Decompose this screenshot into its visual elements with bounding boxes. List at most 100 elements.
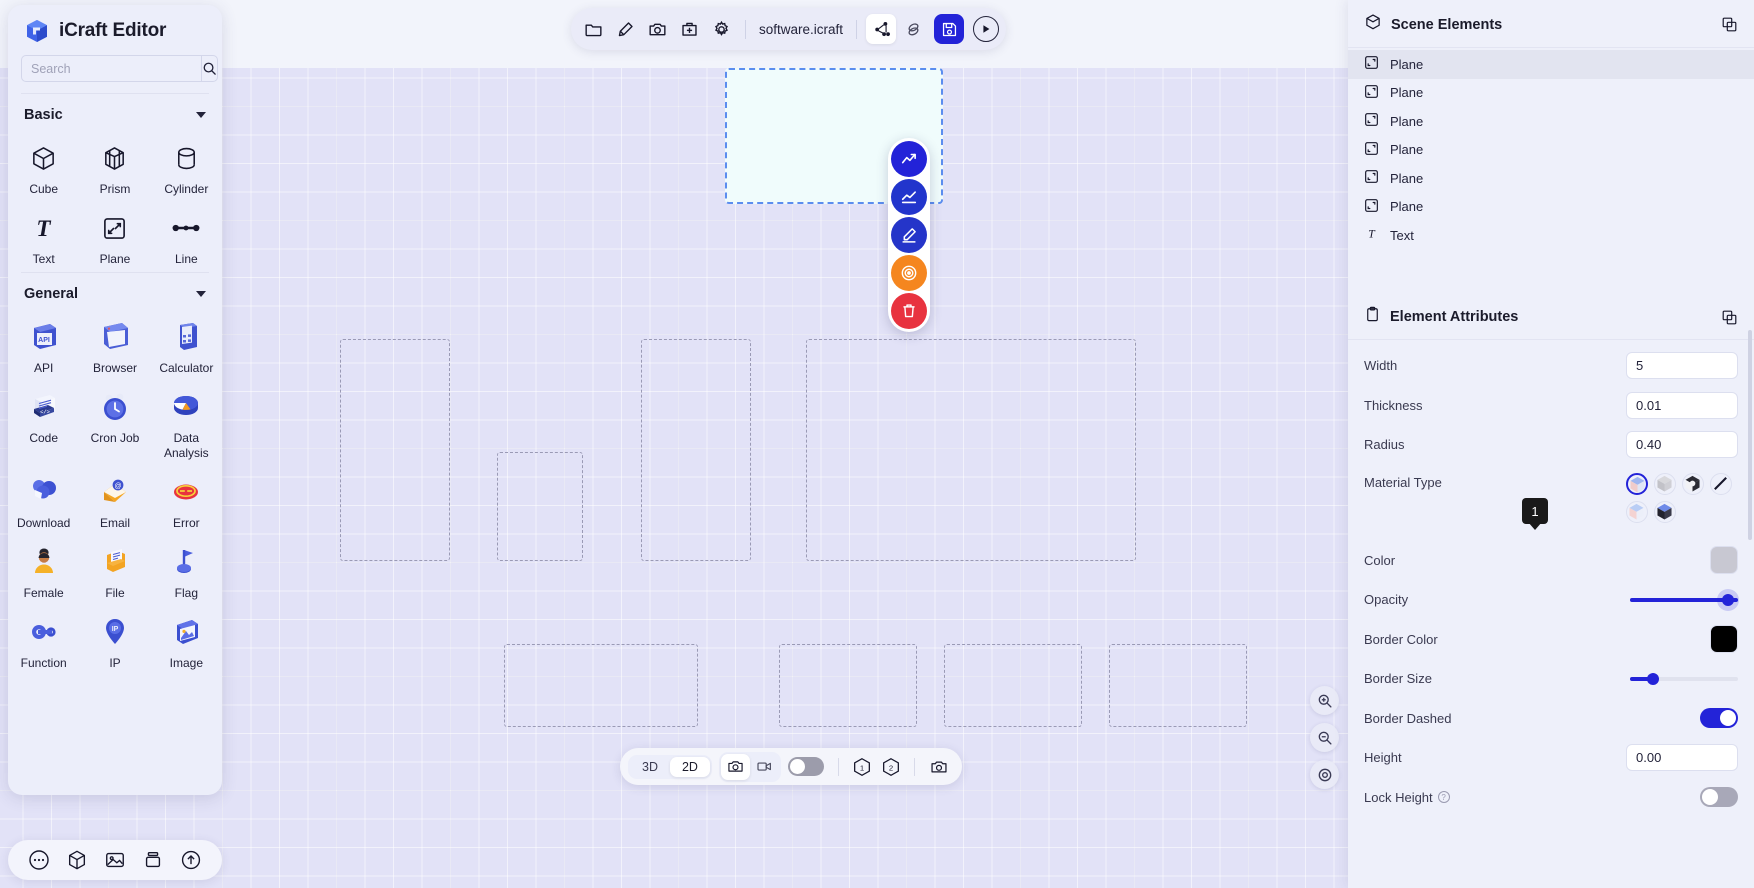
more-dots-icon[interactable]: [28, 849, 50, 871]
material-matte-swatch[interactable]: [1654, 472, 1676, 495]
upload-circle-icon[interactable]: [180, 849, 202, 871]
duplicate-icon[interactable]: [1721, 309, 1738, 326]
view-mode-2d[interactable]: 2D: [669, 756, 710, 777]
chevron-down-icon[interactable]: [196, 112, 206, 118]
fit-view-button[interactable]: [1310, 760, 1339, 789]
material-dark-swatch[interactable]: [1654, 500, 1676, 523]
video-icon[interactable]: [750, 754, 779, 780]
collapse-panel-icon[interactable]: [1721, 16, 1738, 33]
opacity-slider[interactable]: [1630, 590, 1738, 610]
attr-row-border-size: Border Size: [1348, 659, 1754, 699]
floating-action-toolbar: [888, 138, 930, 332]
preview-toggle[interactable]: [787, 757, 824, 776]
camera-icon[interactable]: [642, 14, 672, 44]
shape-palette: Basic Cube Prism Cylinder T Text Plane L…: [8, 94, 222, 795]
palette-item-cylinder[interactable]: Cylinder: [151, 132, 222, 202]
border-size-slider[interactable]: [1630, 669, 1738, 689]
zoom-out-button[interactable]: [1310, 723, 1339, 752]
share-nodes-icon[interactable]: [866, 14, 897, 44]
pen-highlight-icon[interactable]: [610, 14, 640, 44]
placeholder-plane[interactable]: [504, 644, 698, 727]
placeholder-plane[interactable]: [806, 339, 1136, 561]
pencil-edit-button[interactable]: [891, 217, 927, 253]
material-translucent-swatch[interactable]: [1626, 500, 1648, 523]
material-glossy-swatch[interactable]: [1626, 472, 1648, 495]
height-input[interactable]: [1626, 744, 1738, 772]
palette-item-prism[interactable]: Prism: [79, 132, 150, 202]
scene-item-plane[interactable]: Plane: [1348, 193, 1754, 222]
border-color-swatch[interactable]: [1710, 625, 1738, 654]
svg-text:API: API: [38, 337, 50, 344]
placeholder-plane[interactable]: [1109, 644, 1247, 727]
palette-item-flag[interactable]: Flag: [151, 536, 222, 606]
palette-item-ip[interactable]: IP IP: [79, 606, 150, 676]
box-3d-icon[interactable]: [66, 849, 88, 871]
zoom-in-button[interactable]: [1310, 686, 1339, 715]
thickness-input[interactable]: [1626, 391, 1738, 419]
hex-two-icon[interactable]: 2: [878, 754, 904, 780]
palette-item-browser[interactable]: Browser: [79, 311, 150, 381]
search-input[interactable]: [21, 55, 201, 82]
placeholder-plane[interactable]: [340, 339, 450, 561]
scene-item-plane[interactable]: Plane: [1348, 164, 1754, 193]
gear-icon[interactable]: [706, 14, 736, 44]
view-mode-3d[interactable]: 3D: [630, 757, 670, 777]
help-icon[interactable]: ?: [1437, 791, 1450, 804]
attributes-scrollbar[interactable]: [1748, 330, 1752, 540]
play-button[interactable]: [973, 16, 1000, 42]
slider-knob[interactable]: [1722, 593, 1734, 606]
opacity-label: Opacity: [1364, 592, 1409, 608]
placeholder-plane[interactable]: [497, 452, 583, 561]
placeholder-plane[interactable]: [779, 644, 917, 727]
delete-button[interactable]: [891, 293, 927, 329]
palette-item-female[interactable]: Female: [8, 536, 79, 606]
scene-item-plane[interactable]: Plane: [1348, 107, 1754, 136]
scene-item-text[interactable]: T Text: [1348, 221, 1754, 250]
radius-input[interactable]: [1626, 431, 1738, 459]
layers-icon[interactable]: [142, 849, 164, 871]
placeholder-plane[interactable]: [641, 339, 751, 561]
palette-item-image[interactable]: Image: [151, 606, 222, 676]
lock-height-toggle[interactable]: [1700, 787, 1738, 808]
palette-item-line[interactable]: Line: [151, 202, 222, 272]
camera-icon[interactable]: [720, 753, 750, 780]
palette-item-cron-job[interactable]: Cron Job: [79, 381, 150, 466]
palette-item-cube[interactable]: Cube: [8, 132, 79, 202]
width-input[interactable]: [1626, 352, 1738, 380]
material-wireframe-swatch[interactable]: [1682, 472, 1704, 495]
material-line-swatch[interactable]: [1710, 472, 1732, 495]
palette-group-general-header[interactable]: General: [8, 273, 222, 311]
chevron-down-icon[interactable]: [196, 291, 206, 297]
palette-item-file[interactable]: File: [79, 536, 150, 606]
color-swatch[interactable]: [1710, 546, 1738, 575]
palette-item-text[interactable]: T Text: [8, 202, 79, 272]
file-name-label[interactable]: software.icraft: [755, 22, 847, 37]
chart-line-button[interactable]: [891, 179, 927, 215]
palette-item-api[interactable]: API API: [8, 311, 79, 381]
palette-item-download[interactable]: Download: [8, 466, 79, 536]
camera-plus-icon[interactable]: [925, 754, 954, 780]
folder-icon[interactable]: [578, 14, 608, 44]
palette-item-code[interactable]: </> Code: [8, 381, 79, 466]
scene-item-plane[interactable]: Plane: [1348, 79, 1754, 108]
palette-item-function[interactable]: Function: [8, 606, 79, 676]
scene-item-plane[interactable]: Plane: [1348, 50, 1754, 79]
palette-group-basic-header[interactable]: Basic: [8, 94, 222, 132]
link-rings-icon[interactable]: [898, 14, 928, 44]
hex-one-icon[interactable]: 1: [849, 754, 875, 780]
search-button[interactable]: [201, 55, 218, 82]
target-button[interactable]: [891, 255, 927, 291]
placeholder-plane[interactable]: [944, 644, 1082, 727]
palette-item-data-analysis[interactable]: Data Analysis: [151, 381, 222, 466]
palette-item-email[interactable]: @ Email: [79, 466, 150, 536]
palette-item-calculator[interactable]: Calculator: [151, 311, 222, 381]
add-frame-icon[interactable]: [674, 14, 704, 44]
palette-item-plane[interactable]: Plane: [79, 202, 150, 272]
picture-icon[interactable]: [104, 849, 126, 871]
palette-item-error[interactable]: Error: [151, 466, 222, 536]
slider-knob[interactable]: [1647, 672, 1659, 685]
save-button[interactable]: [934, 14, 965, 44]
border-dashed-toggle[interactable]: [1700, 708, 1738, 729]
trend-arrow-button[interactable]: [891, 141, 927, 177]
scene-item-plane[interactable]: Plane: [1348, 136, 1754, 165]
